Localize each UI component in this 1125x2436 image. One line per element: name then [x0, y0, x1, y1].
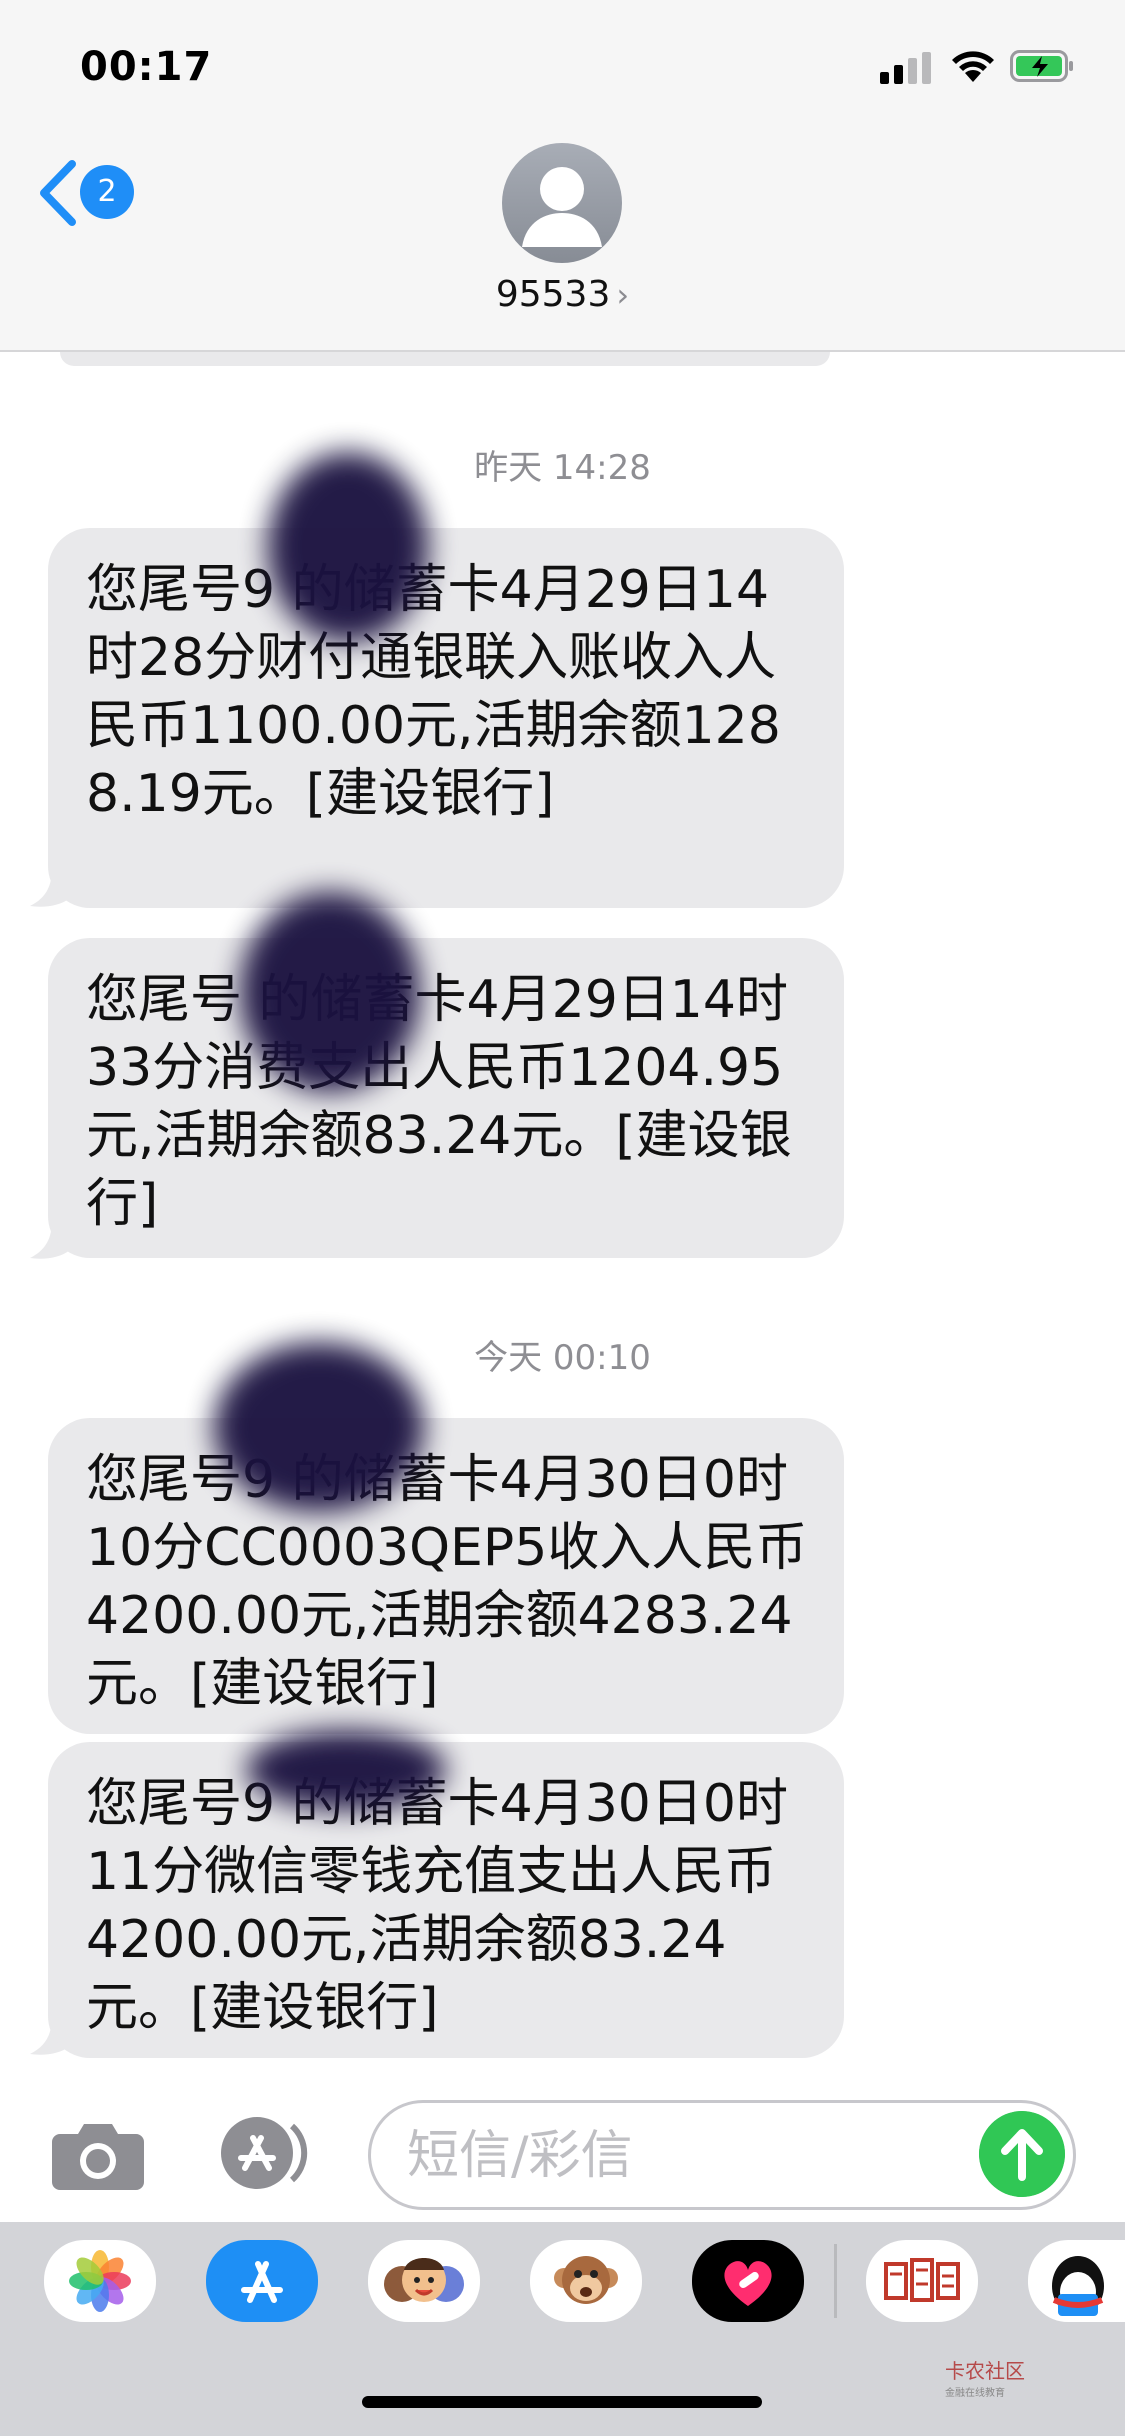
message-input-field[interactable] — [368, 2100, 1076, 2210]
camera-icon[interactable] — [50, 2118, 146, 2192]
conversation-header: 00:17 2 95533 › — [0, 0, 1125, 352]
home-indicator[interactable] — [362, 2396, 762, 2408]
contact-name[interactable]: 95533 › — [0, 274, 1125, 315]
redaction-blur — [246, 1730, 446, 1810]
watermark-title: 卡农社区 — [945, 2359, 1025, 2383]
person-icon — [522, 167, 602, 247]
qq-app-icon[interactable] — [1028, 2240, 1125, 2322]
message-bubble[interactable]: 您尾号 的储蓄卡4月29日14时33分消费支出人民币1204.95元,活期余额8… — [48, 938, 844, 1258]
redaction-blur — [268, 452, 428, 642]
message-input[interactable] — [407, 2121, 967, 2191]
photos-app-icon[interactable] — [44, 2240, 156, 2322]
chevron-right-icon: › — [616, 276, 630, 314]
message-list[interactable]: 昨天 14:28 您尾号9 的储蓄卡4月29日14时28分财付通银联入账收入人民… — [0, 352, 1125, 2092]
back-chevron-icon[interactable] — [34, 158, 80, 228]
watermark: 卡农社区 金融在线教育 — [945, 2355, 1025, 2399]
memoji-stickers-icon[interactable] — [368, 2240, 480, 2322]
timestamp-yesterday: 昨天 14:28 — [474, 448, 651, 488]
previous-message-bubble — [60, 352, 830, 366]
redaction-blur — [240, 892, 420, 1092]
app-store-icon[interactable] — [206, 2240, 318, 2322]
watermark-subtitle: 金融在线教育 — [945, 2388, 1005, 2399]
animoji-monkey-icon[interactable] — [530, 2240, 642, 2322]
wifi-icon — [952, 51, 994, 82]
calendar-stamp-app-icon[interactable] — [866, 2240, 978, 2322]
app-store-apps-icon[interactable] — [208, 2112, 318, 2194]
battery-charging-icon — [1010, 50, 1073, 82]
send-button[interactable] — [979, 2111, 1065, 2197]
timestamp-today: 今天 00:10 — [474, 1338, 651, 1378]
redaction-blur — [214, 1342, 424, 1512]
contact-avatar[interactable] — [502, 143, 622, 263]
tray-divider — [834, 2244, 837, 2318]
contact-number: 95533 — [495, 274, 611, 315]
digital-touch-heart-icon[interactable] — [692, 2240, 804, 2322]
message-bubble[interactable]: 您尾号9 的储蓄卡4月29日14时28分财付通银联入账收入人民币1100.00元… — [48, 528, 844, 908]
unread-count-badge[interactable]: 2 — [80, 165, 134, 219]
status-time: 00:17 — [80, 44, 213, 90]
cellular-signal-icon — [880, 52, 932, 84]
message-bubble[interactable]: 您尾号9 的储蓄卡4月30日0时11分微信零钱充值支出人民币4200.00元,活… — [48, 1742, 844, 2058]
message-bubble[interactable]: 您尾号9 的储蓄卡4月30日0时10分CC0003QEP5收入人民币4200.0… — [48, 1418, 844, 1734]
